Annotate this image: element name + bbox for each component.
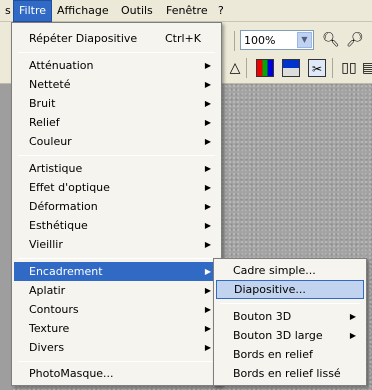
rgb-channels-icon[interactable] bbox=[256, 59, 274, 77]
menu-item-bouton-3d-large[interactable]: Bouton 3D large ▶ bbox=[216, 326, 364, 345]
export-icon[interactable]: ▤ bbox=[362, 59, 372, 77]
menu-separator bbox=[220, 303, 360, 304]
zoom-select[interactable]: 100% ▼ bbox=[240, 30, 314, 50]
submenu-arrow-icon: ▶ bbox=[204, 164, 211, 173]
toolbar-separator bbox=[332, 58, 333, 78]
menu-separator bbox=[18, 361, 215, 362]
submenu-arrow-icon: ▶ bbox=[204, 202, 211, 211]
menu-item-label: Netteté bbox=[29, 78, 71, 91]
menu-item-label: Texture bbox=[29, 322, 70, 335]
submenu-arrow-icon: ▶ bbox=[204, 267, 211, 276]
menu-item-bruit[interactable]: Bruit ▶ bbox=[14, 94, 219, 113]
submenu-arrow-icon: ▶ bbox=[204, 183, 211, 192]
menu-item-label: Couleur bbox=[29, 135, 72, 148]
menu-separator bbox=[18, 155, 215, 156]
menu-separator bbox=[18, 258, 215, 259]
menu-item-texture[interactable]: Texture ▶ bbox=[14, 319, 219, 338]
submenu-arrow-icon: ▶ bbox=[204, 61, 211, 70]
menu-item-label: PhotoMasque... bbox=[29, 367, 114, 380]
scissors-layer-icon[interactable]: ✂ bbox=[308, 59, 326, 77]
menu-item-esthetique[interactable]: Esthétique ▶ bbox=[14, 216, 219, 235]
triangle-tool-icon[interactable]: △ bbox=[226, 59, 244, 77]
submenu-arrow-icon: ▶ bbox=[204, 221, 211, 230]
menu-item-repeter-diapositive[interactable]: Répéter Diapositive Ctrl+K bbox=[14, 29, 219, 48]
submenu-arrow-icon: ▶ bbox=[204, 137, 211, 146]
menu-filtre[interactable]: Filtre bbox=[13, 0, 53, 22]
submenu-arrow-icon: ▶ bbox=[204, 80, 211, 89]
menu-item-contours[interactable]: Contours ▶ bbox=[14, 300, 219, 319]
menu-help[interactable]: ? bbox=[213, 0, 229, 22]
menu-item-label: Bouton 3D large bbox=[233, 329, 323, 342]
menu-item-label: Diapositive... bbox=[234, 283, 306, 296]
menu-item-label: Bords en relief bbox=[233, 348, 313, 361]
submenu-arrow-icon: ▶ bbox=[204, 99, 211, 108]
chevron-down-icon[interactable]: ▼ bbox=[297, 32, 312, 48]
menu-item-bords-en-relief-lisse[interactable]: Bords en relief lissé bbox=[216, 364, 364, 383]
menu-item-label: Aplatir bbox=[29, 284, 66, 297]
encadrement-submenu: Cadre simple... Diapositive... Bouton 3D… bbox=[213, 258, 367, 386]
menu-item-cadre-simple[interactable]: Cadre simple... bbox=[216, 261, 364, 280]
book-icon[interactable]: ▯▯ bbox=[340, 59, 358, 77]
submenu-arrow-icon: ▶ bbox=[204, 324, 211, 333]
menu-item-bords-en-relief[interactable]: Bords en relief bbox=[216, 345, 364, 364]
menu-item-bouton-3d[interactable]: Bouton 3D ▶ bbox=[216, 307, 364, 326]
menu-item-label: Divers bbox=[29, 341, 65, 354]
zoom-in-icon[interactable]: 🔍︎ bbox=[322, 31, 340, 49]
menu-item-label: Atténuation bbox=[29, 59, 94, 72]
zoom-out-icon[interactable]: 🔎︎ bbox=[346, 31, 364, 49]
menu-item-label: Encadrement bbox=[29, 265, 103, 278]
menu-item-label: Répéter Diapositive bbox=[29, 32, 138, 45]
submenu-arrow-icon: ▶ bbox=[204, 286, 211, 295]
menu-item-label: Cadre simple... bbox=[233, 264, 316, 277]
menu-affichage[interactable]: Affichage bbox=[52, 0, 114, 22]
menu-item-label: Artistique bbox=[29, 162, 83, 175]
menu-item-artistique[interactable]: Artistique ▶ bbox=[14, 159, 219, 178]
menu-item-label: Vieillir bbox=[29, 238, 63, 251]
menu-fenetre[interactable]: Fenêtre bbox=[161, 0, 213, 22]
menu-bar: s Filtre Affichage Outils Fenêtre ? bbox=[0, 0, 372, 22]
submenu-arrow-icon: ▶ bbox=[204, 343, 211, 352]
submenu-arrow-icon: ▶ bbox=[204, 118, 211, 127]
menu-item-label: Esthétique bbox=[29, 219, 88, 232]
menu-outils[interactable]: Outils bbox=[116, 0, 158, 22]
menu-item-vieillir[interactable]: Vieillir ▶ bbox=[14, 235, 219, 254]
toolbar-separator bbox=[246, 58, 247, 78]
menu-item-label: Relief bbox=[29, 116, 60, 129]
menu-item-diapositive[interactable]: Diapositive... bbox=[216, 280, 364, 299]
menu-item-label: Bruit bbox=[29, 97, 56, 110]
menu-item-divers[interactable]: Divers ▶ bbox=[14, 338, 219, 357]
menu-item-encadrement[interactable]: Encadrement ▶ bbox=[14, 262, 219, 281]
submenu-arrow-icon: ▶ bbox=[349, 312, 356, 321]
menu-item-effet-optique[interactable]: Effet d'optique ▶ bbox=[14, 178, 219, 197]
menu-item-nettete[interactable]: Netteté ▶ bbox=[14, 75, 219, 94]
menu-item-aplatir[interactable]: Aplatir ▶ bbox=[14, 281, 219, 300]
submenu-arrow-icon: ▶ bbox=[204, 305, 211, 314]
filtre-menu: Répéter Diapositive Ctrl+K Atténuation ▶… bbox=[11, 22, 222, 386]
menu-item-relief[interactable]: Relief ▶ bbox=[14, 113, 219, 132]
color-adjust-icon[interactable] bbox=[282, 59, 300, 77]
menu-item-label: Déformation bbox=[29, 200, 98, 213]
menu-item-photomasque[interactable]: PhotoMasque... bbox=[14, 364, 219, 383]
menu-item-label: Bords en relief lissé bbox=[233, 367, 341, 380]
menu-item-couleur[interactable]: Couleur ▶ bbox=[14, 132, 219, 151]
zoom-value: 100% bbox=[244, 34, 276, 47]
toolbar-separator bbox=[234, 31, 235, 51]
menu-item-label: Bouton 3D bbox=[233, 310, 292, 323]
menu-item-label: Effet d'optique bbox=[29, 181, 110, 194]
submenu-arrow-icon: ▶ bbox=[204, 240, 211, 249]
shortcut-label: Ctrl+K bbox=[164, 32, 201, 45]
menu-item-attenuation[interactable]: Atténuation ▶ bbox=[14, 56, 219, 75]
menu-item-label: Contours bbox=[29, 303, 79, 316]
menu-item-deformation[interactable]: Déformation ▶ bbox=[14, 197, 219, 216]
submenu-arrow-icon: ▶ bbox=[349, 331, 356, 340]
menu-separator bbox=[18, 52, 215, 53]
